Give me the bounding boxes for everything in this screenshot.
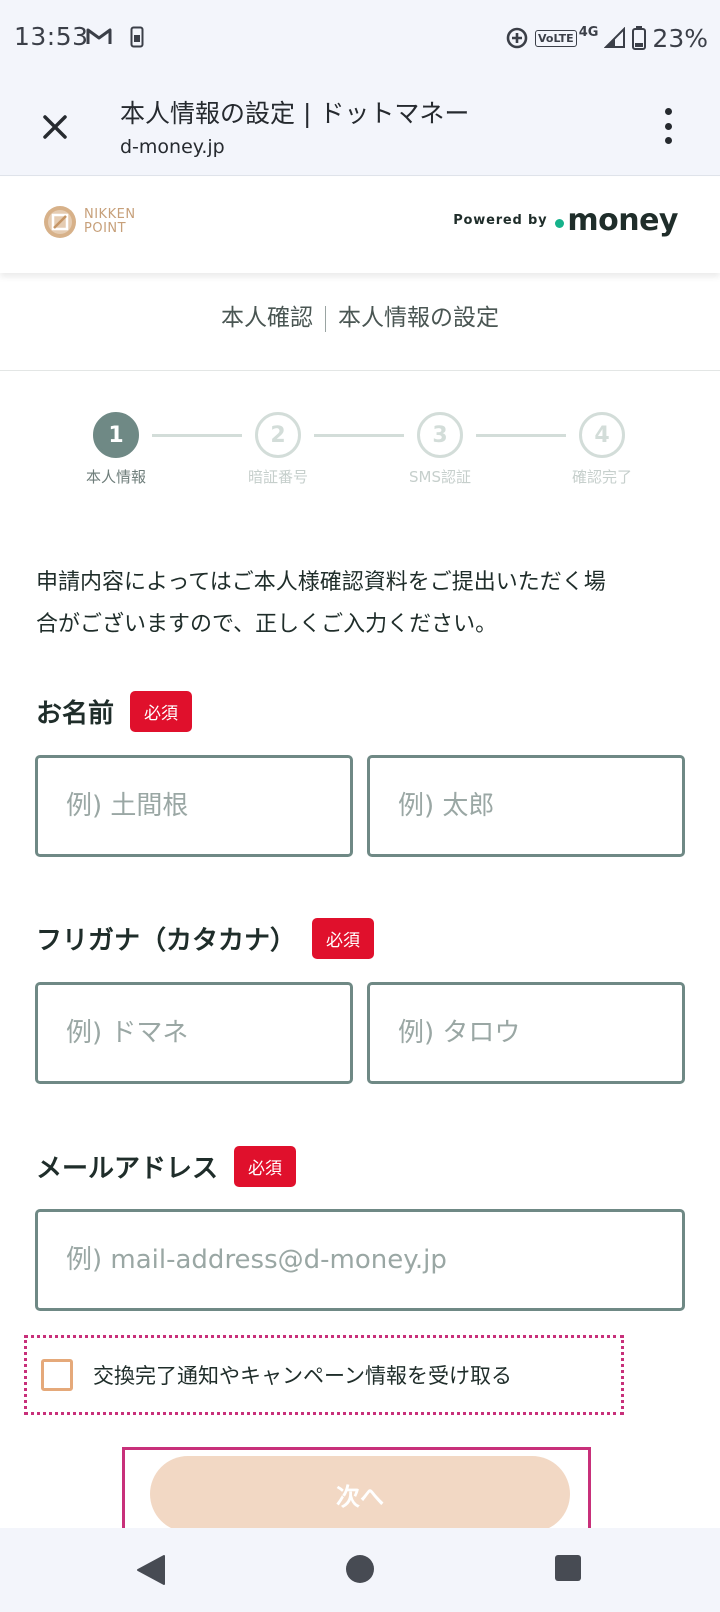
first-name-kana-field[interactable] [367, 982, 685, 1084]
next-button[interactable]: 次へ [150, 1456, 570, 1532]
first-name-field[interactable] [367, 755, 685, 857]
custom-tab-bar: 本人情報の設定 | ドットマネー d-money.jp [0, 76, 720, 176]
last-name-field[interactable] [35, 755, 353, 857]
site-header: NIKKEN POINT Powered by money [0, 177, 720, 273]
divider [0, 370, 720, 371]
email-label: メールアドレス 必須 [36, 1146, 297, 1187]
status-icons: VoLTE 4G 23% [505, 22, 708, 54]
section-title: 本人確認 本人情報の設定 [0, 298, 720, 332]
back-icon[interactable] [136, 1554, 166, 1586]
first-name-input[interactable] [398, 791, 682, 821]
step-2: 2 暗証番号 [208, 412, 348, 487]
page-title: 本人情報の設定 | ドットマネー [120, 99, 470, 128]
email-label-text: メールアドレス [36, 1154, 219, 1184]
step-label: 確認完了 [571, 468, 632, 486]
money-logo: money [555, 203, 678, 238]
kana-label-text: フリガナ（カタカナ） [36, 926, 297, 956]
nikken-point-logo[interactable]: NIKKEN POINT [42, 204, 136, 240]
opt-in-label[interactable]: 交換完了通知やキャンペーン情報を受け取る [93, 1360, 512, 1390]
form-description: 申請内容によってはご本人様確認資料をご提出いただく場 合がございますので、正しく… [36, 570, 606, 637]
step-label: 本人情報 [85, 468, 146, 486]
required-badge: 必須 [234, 1146, 297, 1187]
name-label-text: お名前 [36, 699, 115, 729]
nikken-emblem-icon [44, 206, 76, 238]
status-bar: 13:53 VoLTE 4G 23% [0, 0, 720, 76]
close-icon [43, 115, 67, 139]
required-badge: 必須 [130, 691, 193, 732]
powered-by-money: Powered by money [453, 203, 678, 238]
last-name-input[interactable] [66, 791, 350, 821]
signal-icon [604, 27, 626, 48]
kana-label: フリガナ（カタカナ） 必須 [36, 918, 375, 959]
sim-icon [130, 26, 144, 48]
step-label: SMS認証 [409, 468, 471, 486]
step-4: 4 確認完了 [532, 412, 672, 487]
step-number: 4 [579, 412, 625, 458]
close-button[interactable] [34, 106, 76, 148]
nikken-brand-text: NIKKEN POINT [84, 207, 136, 236]
money-dot-icon [555, 219, 565, 228]
required-badge: 必須 [312, 918, 375, 959]
battery-percent: 23% [652, 23, 708, 53]
section-title-right: 本人情報の設定 [338, 305, 499, 331]
status-time: 13:53 [14, 22, 89, 51]
volte-icon: VoLTE [535, 29, 577, 47]
step-1: 1 本人情報 [46, 412, 186, 487]
first-name-kana-input[interactable] [398, 1018, 682, 1048]
step-number: 3 [417, 412, 463, 458]
progress-stepper: 1 本人情報 2 暗証番号 3 SMS認証 4 確認完了 [0, 412, 720, 492]
opt-in-checkbox-row[interactable]: 交換完了通知やキャンペーン情報を受け取る [24, 1335, 624, 1415]
home-icon[interactable] [346, 1555, 374, 1583]
data-saver-icon [506, 27, 528, 49]
step-number: 1 [93, 412, 139, 458]
system-nav-bar [0, 1528, 720, 1612]
step-label: 暗証番号 [247, 468, 308, 486]
name-label: お名前 必須 [36, 691, 193, 732]
email-input[interactable] [66, 1245, 682, 1275]
network-type: 4G [578, 24, 599, 40]
section-title-left: 本人確認 [221, 305, 313, 331]
step-number: 2 [255, 412, 301, 458]
step-3: 3 SMS認証 [370, 412, 510, 487]
more-vert-icon[interactable] [662, 108, 674, 144]
powered-by-label: Powered by [453, 213, 548, 228]
battery-icon [632, 26, 647, 50]
opt-in-checkbox[interactable] [41, 1359, 73, 1391]
last-name-kana-input[interactable] [66, 1018, 350, 1048]
recent-apps-icon[interactable] [555, 1555, 581, 1581]
page-url[interactable]: d-money.jp [120, 136, 225, 158]
gmail-icon [86, 28, 112, 44]
last-name-kana-field[interactable] [35, 982, 353, 1084]
email-field[interactable] [35, 1209, 685, 1311]
